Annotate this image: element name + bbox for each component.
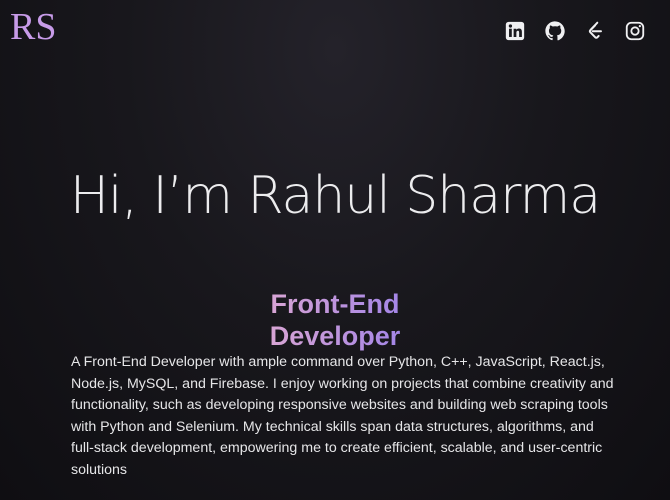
site-logo[interactable]: RS [10,8,56,46]
linkedin-icon[interactable] [504,20,526,42]
social-links [504,20,646,42]
hero-title: Hi, I’m Rahul Sharma [69,166,601,226]
hero-role: Front-End Developer [205,288,465,353]
leetcode-icon[interactable] [584,20,606,42]
instagram-icon[interactable] [624,20,646,42]
github-icon[interactable] [544,20,566,42]
hero-description: A Front-End Developer with ample command… [71,354,614,478]
